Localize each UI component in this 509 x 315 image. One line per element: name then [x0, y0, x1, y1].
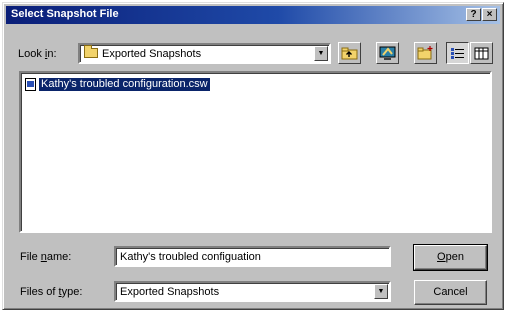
file-type-value: Exported Snapshots: [120, 286, 220, 298]
cancel-button[interactable]: Cancel: [414, 280, 487, 305]
desktop-icon: [379, 46, 396, 60]
new-folder-button[interactable]: [414, 42, 437, 64]
look-in-label: Look in:: [18, 48, 57, 60]
file-list[interactable]: Kathy's troubled configuration.csw: [19, 71, 492, 233]
open-button[interactable]: Open: [413, 244, 488, 271]
window-title: Select Snapshot File: [11, 8, 119, 20]
folder-icon: [84, 45, 98, 58]
list-view-icon: [451, 47, 464, 59]
select-snapshot-dialog: Select Snapshot File ? × Look in: Export…: [2, 2, 504, 310]
help-button[interactable]: ?: [466, 8, 481, 21]
look-in-dropdown[interactable]: Exported Snapshots ▼: [78, 43, 331, 64]
up-one-level-icon: [341, 47, 358, 59]
file-name-input[interactable]: [114, 246, 391, 267]
file-list-item[interactable]: Kathy's troubled configuration.csw: [25, 78, 210, 91]
chevron-down-icon[interactable]: ▼: [374, 284, 388, 299]
desktop-button[interactable]: [376, 42, 399, 64]
new-folder-icon: [417, 46, 433, 60]
file-name-label: File name:: [20, 251, 72, 263]
details-view-icon: [474, 47, 489, 59]
close-button[interactable]: ×: [482, 8, 497, 21]
file-item-name: Kathy's troubled configuration.csw: [39, 78, 210, 91]
file-type-dropdown[interactable]: Exported Snapshots ▼: [114, 281, 391, 302]
up-one-level-button[interactable]: [338, 42, 361, 64]
file-type-label: Files of type:: [20, 286, 83, 298]
details-view-button[interactable]: [470, 42, 493, 64]
chevron-down-icon[interactable]: ▼: [314, 46, 328, 61]
look-in-value: Exported Snapshots: [84, 45, 201, 60]
list-view-button[interactable]: [446, 42, 469, 64]
title-bar[interactable]: Select Snapshot File ? ×: [6, 6, 500, 24]
snapshot-file-icon: [25, 78, 36, 91]
